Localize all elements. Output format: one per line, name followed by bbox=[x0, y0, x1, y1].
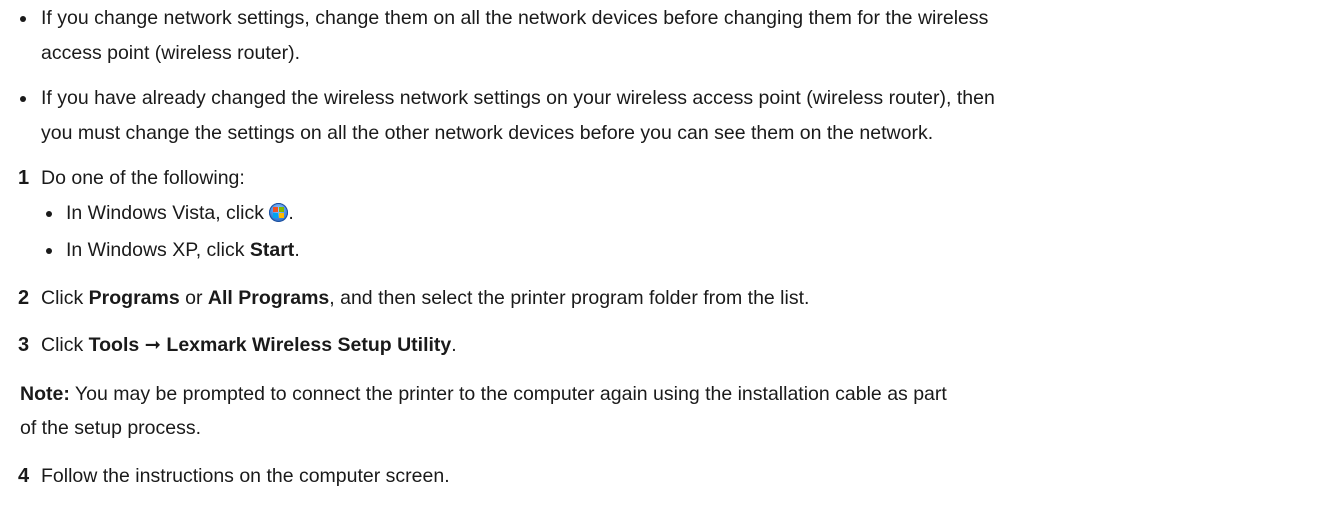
sub-bullet-dot bbox=[46, 211, 52, 217]
bullet-1-line-2: access point (wireless router). bbox=[41, 42, 301, 64]
sub-2-text: In Windows XP, click bbox=[66, 239, 245, 261]
start-menu-label: Start bbox=[249, 239, 295, 261]
step-1-sub-2: In Windows XP, click Start. bbox=[66, 237, 300, 264]
wireless-setup-utility-label: Lexmark Wireless Setup Utility bbox=[166, 334, 452, 356]
sub-2-end: . bbox=[294, 239, 300, 261]
step-4-text: Follow the instructions on the computer … bbox=[41, 465, 450, 487]
step-2-rest: , and then select the printer program fo… bbox=[329, 287, 810, 309]
step-number: 2 bbox=[18, 287, 30, 309]
sub-bullet-dot bbox=[46, 248, 52, 254]
note-line-2: of the setup process. bbox=[20, 417, 202, 439]
step-2-text: Click Programs or All Programs, and then… bbox=[41, 285, 809, 312]
windows-vista-start-orb-icon bbox=[269, 203, 289, 222]
step-3-end: . bbox=[451, 334, 457, 356]
step-number: 4 bbox=[18, 465, 30, 487]
bullet-2-line-2: you must change the settings on all the … bbox=[41, 122, 934, 144]
bullet-dot bbox=[20, 96, 26, 102]
bullet-2-line-1: If you have already changed the wireless… bbox=[41, 87, 995, 109]
step-3-click: Click bbox=[41, 334, 84, 356]
all-programs-label: All Programs bbox=[207, 287, 330, 309]
step-1-text: Do one of the following: bbox=[41, 167, 245, 189]
note-text-1: You may be prompted to connect the print… bbox=[74, 383, 947, 405]
step-2-click: Click bbox=[41, 287, 84, 309]
page: { "bullets": [ { "line1": "If you change… bbox=[0, 0, 1340, 529]
tools-label: Tools bbox=[88, 334, 140, 356]
menu-path-arrow-icon: ➞ bbox=[144, 334, 161, 356]
programs-label: Programs bbox=[88, 287, 180, 309]
sub-1-text: In Windows Vista, click bbox=[66, 202, 264, 224]
step-3-text: Click Tools ➞ Lexmark Wireless Setup Uti… bbox=[41, 332, 457, 359]
bullet-1-line-1: If you change network settings, change t… bbox=[41, 7, 989, 29]
note-label: Note: bbox=[20, 383, 70, 405]
step-1-sub-1: In Windows Vista, click . bbox=[66, 200, 294, 227]
step-2-or: or bbox=[185, 287, 203, 309]
step-number: 3 bbox=[18, 334, 30, 356]
note-line-1: Note: You may be prompted to connect the… bbox=[20, 381, 947, 408]
sub-1-end: . bbox=[288, 202, 294, 224]
bullet-dot bbox=[20, 16, 26, 22]
step-number: 1 bbox=[18, 167, 30, 189]
